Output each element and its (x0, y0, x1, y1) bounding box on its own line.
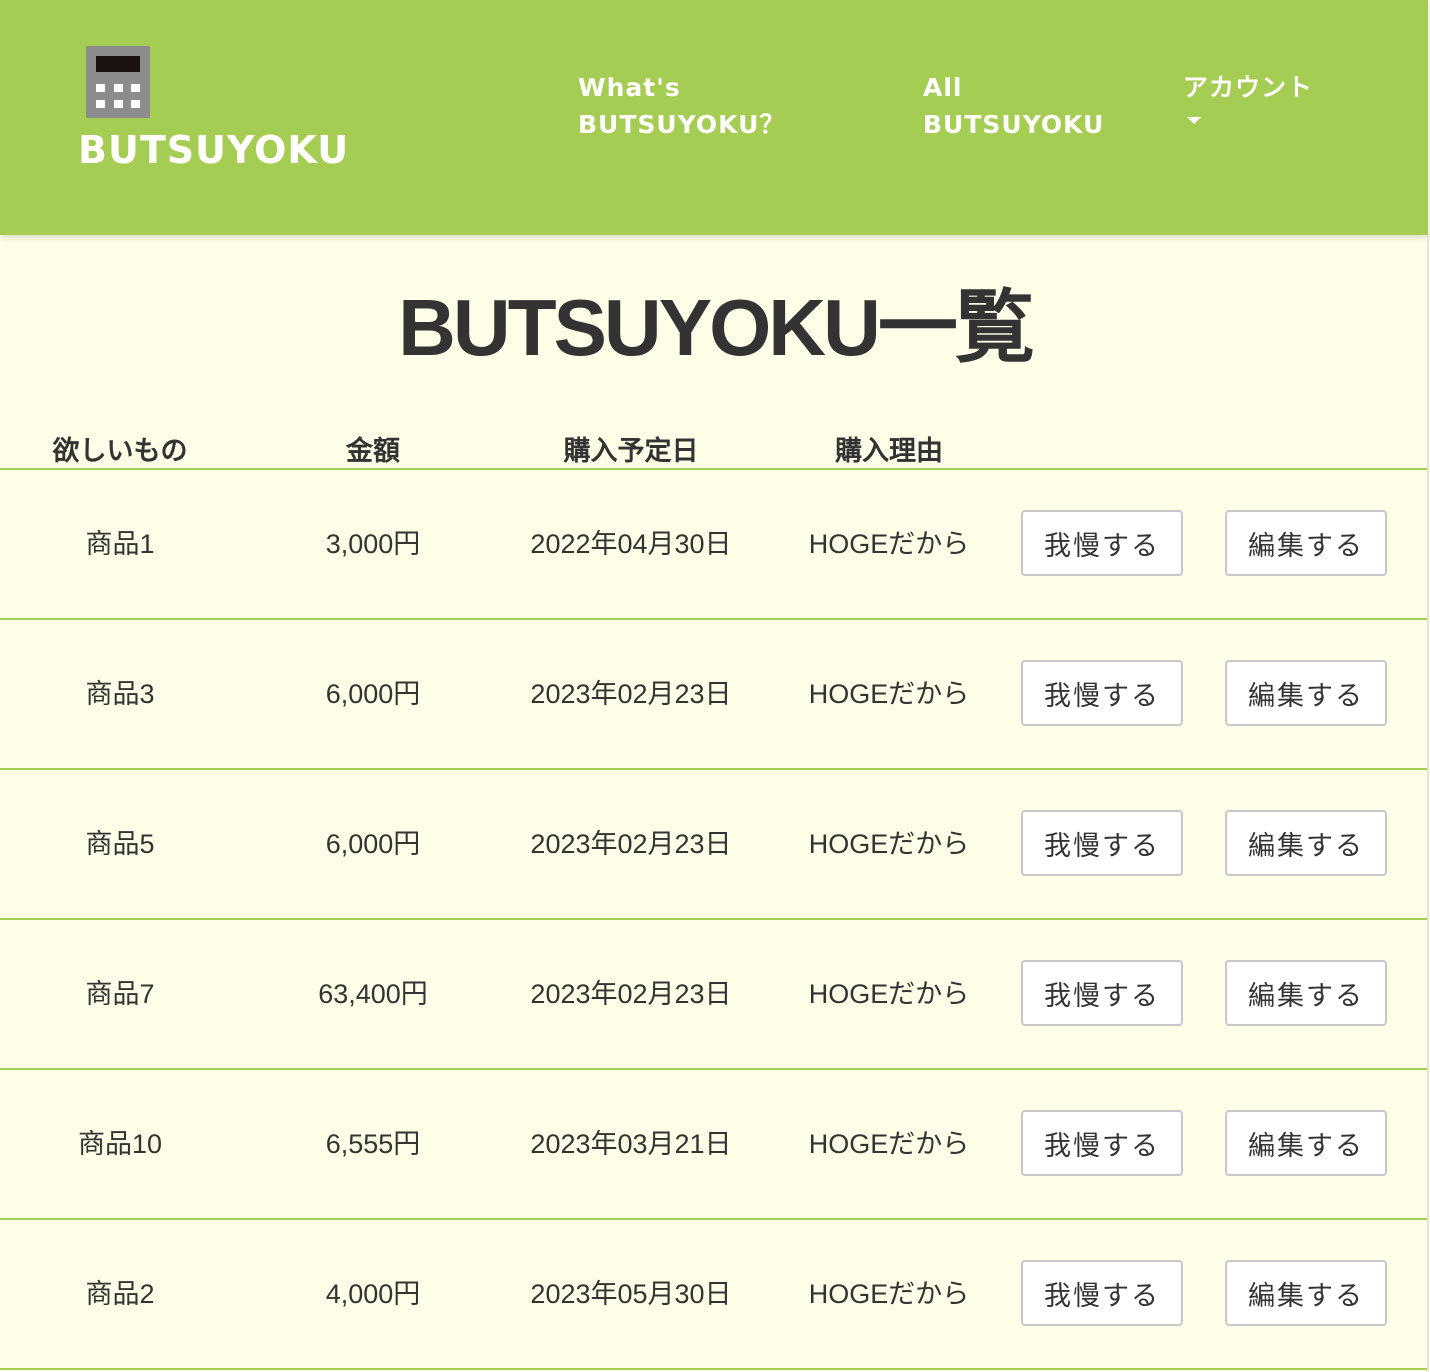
nav-account-label: アカウント (1183, 73, 1314, 102)
edit-button[interactable]: 編集する (1225, 1110, 1387, 1176)
column-header-item: 欲しいもの (52, 436, 188, 466)
edit-button[interactable]: 編集する (1225, 960, 1387, 1026)
purchase-reason: HOGEだから (808, 529, 970, 559)
purchase-date: 2023年02月23日 (530, 829, 732, 859)
gaman-button[interactable]: 我慢する (1021, 1110, 1183, 1176)
gaman-button[interactable]: 我慢する (1021, 960, 1183, 1026)
calculator-screen (96, 56, 140, 72)
table-header: 欲しいもの 金額 購入予定日 購入理由 (0, 425, 1428, 470)
table-row: 商品5 6,000円 2023年02月23日 HOGEだから 我慢する 編集する (0, 770, 1428, 920)
gaman-button[interactable]: 我慢する (1021, 1260, 1183, 1326)
edit-button[interactable]: 編集する (1225, 810, 1387, 876)
purchase-reason: HOGEだから (808, 979, 970, 1009)
edit-button[interactable]: 編集する (1225, 1260, 1387, 1326)
item-price: 6,000円 (325, 679, 421, 709)
nav-all-line2: BUTSUYOKU (923, 110, 1105, 139)
item-price: 6,555円 (325, 1129, 421, 1159)
calculator-icon (86, 46, 150, 118)
calculator-key (131, 100, 140, 108)
item-price: 6,000円 (325, 829, 421, 859)
nav-whats-line2: BUTSUYOKU？ (578, 110, 786, 139)
item-name: 商品7 (85, 979, 155, 1009)
gaman-button[interactable]: 我慢する (1021, 660, 1183, 726)
item-name: 商品2 (85, 1279, 155, 1309)
table-row: 商品3 6,000円 2023年02月23日 HOGEだから 我慢する 編集する (0, 620, 1428, 770)
brand-name[interactable]: BUTSUYOKU (78, 128, 349, 172)
edit-button[interactable]: 編集する (1225, 510, 1387, 576)
caret-down-icon (1187, 117, 1201, 124)
purchase-date: 2023年03月21日 (530, 1129, 732, 1159)
purchase-date: 2023年05月30日 (530, 1279, 732, 1309)
gaman-button[interactable]: 我慢する (1021, 510, 1183, 576)
butsuyoku-list: 商品1 3,000円 2022年04月30日 HOGEだから 我慢する 編集する… (0, 470, 1428, 1370)
table-row: 商品1 3,000円 2022年04月30日 HOGEだから 我慢する 編集する (0, 470, 1428, 620)
nav-whats-line1: What's (578, 73, 681, 102)
site-header: BUTSUYOKU What's BUTSUYOKU？ All BUTSUYOK… (0, 0, 1428, 235)
purchase-reason: HOGEだから (808, 1129, 970, 1159)
table-row: 商品2 4,000円 2023年05月30日 HOGEだから 我慢する 編集する (0, 1220, 1428, 1370)
item-name: 商品1 (85, 529, 155, 559)
item-name: 商品10 (77, 1129, 163, 1159)
item-name: 商品3 (85, 679, 155, 709)
edit-button[interactable]: 編集する (1225, 660, 1387, 726)
column-header-reason: 購入理由 (835, 436, 943, 466)
purchase-date: 2023年02月23日 (530, 679, 732, 709)
page-title: BUTSUYOKU一覧 (398, 283, 1035, 372)
item-name: 商品5 (85, 829, 155, 859)
item-price: 63,400円 (318, 979, 428, 1009)
nav-whats-butsuyoku[interactable]: What's BUTSUYOKU？ (578, 69, 785, 143)
table-row: 商品10 6,555円 2023年03月21日 HOGEだから 我慢する 編集す… (0, 1070, 1428, 1220)
nav-all-butsuyoku[interactable]: All BUTSUYOKU (923, 69, 1104, 143)
column-header-date: 購入予定日 (563, 436, 699, 466)
column-header-price: 金額 (346, 436, 400, 466)
nav-all-line1: All (923, 73, 963, 102)
purchase-reason: HOGEだから (808, 1279, 970, 1309)
calculator-key (114, 100, 123, 108)
calculator-key (114, 84, 123, 92)
nav-account-dropdown[interactable]: アカウント (1183, 69, 1314, 124)
page-edge-divider (1427, 235, 1429, 1372)
calculator-key (96, 84, 105, 92)
item-price: 4,000円 (325, 1279, 421, 1309)
calculator-key (96, 100, 105, 108)
table-row: 商品7 63,400円 2023年02月23日 HOGEだから 我慢する 編集す… (0, 920, 1428, 1070)
purchase-date: 2023年02月23日 (530, 979, 732, 1009)
gaman-button[interactable]: 我慢する (1021, 810, 1183, 876)
purchase-reason: HOGEだから (808, 829, 970, 859)
item-price: 3,000円 (325, 529, 421, 559)
purchase-date: 2022年04月30日 (530, 529, 732, 559)
purchase-reason: HOGEだから (808, 679, 970, 709)
calculator-key (131, 84, 140, 92)
